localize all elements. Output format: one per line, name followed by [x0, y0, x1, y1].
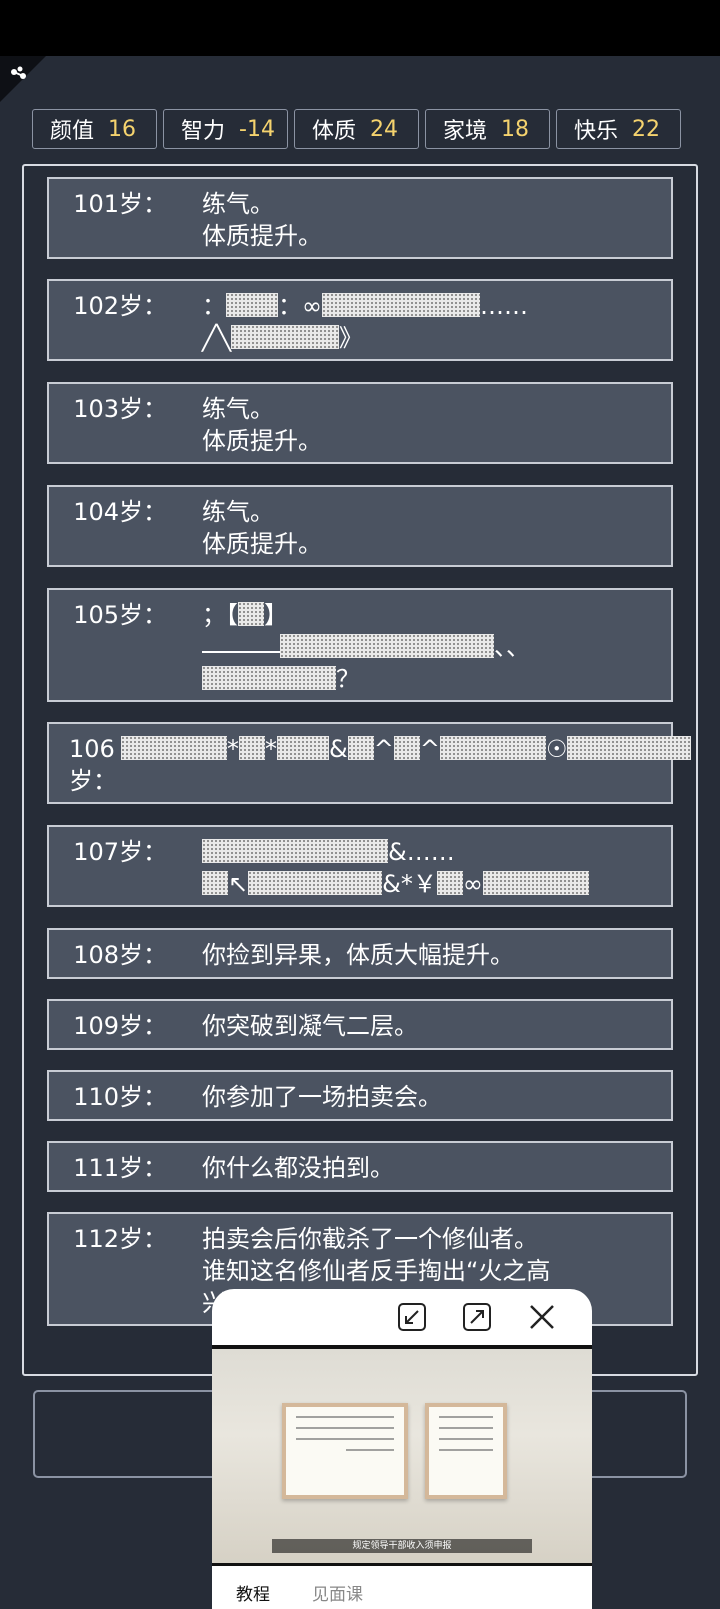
- entry-text: 练气。 体质提升。: [202, 393, 663, 457]
- status-bar: [0, 0, 720, 56]
- stat-value: 22: [632, 116, 661, 142]
- entry-line: 谁知这名修仙者反手掏出“火之高: [202, 1257, 551, 1285]
- entry-age: 110岁：: [73, 1083, 167, 1111]
- log-entry-101: 101岁： 练气。 体质提升。: [47, 177, 673, 259]
- floating-window-header[interactable]: [212, 1289, 592, 1345]
- log-entry-107: 107岁： &…… ↖ &*￥ ∞: [47, 825, 673, 907]
- entry-line: ☉: [545, 735, 568, 763]
- entry-line: 、、: [494, 633, 530, 661]
- entry-age: 103岁：: [73, 395, 167, 423]
- entry-line: ∞: [462, 870, 483, 898]
- entry-age: 106岁：: [69, 735, 117, 795]
- tab-meeting-class[interactable]: 见面课: [312, 1580, 363, 1605]
- entry-line: *: [227, 735, 239, 763]
- entry-line: 】: [264, 601, 288, 629]
- attribute-bar: 颜值 16 智力 -14 体质 24 家境 18 快乐 22: [32, 109, 681, 149]
- entry-line: &*￥: [382, 870, 437, 898]
- entry-line: 体质提升。: [202, 530, 322, 558]
- entry-text: 练气。 体质提升。: [202, 188, 663, 252]
- stat-label: 快乐: [574, 119, 619, 144]
- entry-age: 108岁：: [73, 941, 167, 969]
- entry-age: 107岁：: [73, 838, 167, 866]
- entry-line: ：∞: [278, 292, 322, 320]
- entry-age: 112岁：: [73, 1225, 167, 1253]
- stat-constitution: 体质 24: [294, 109, 419, 149]
- video-player[interactable]: 规定领导干部收入须申报: [212, 1349, 592, 1563]
- pin-icon[interactable]: [8, 64, 30, 84]
- tab-tutorial[interactable]: 教程: [236, 1580, 270, 1605]
- entry-text: 你什么都没拍到。: [202, 1152, 663, 1184]
- entry-line: ：: [202, 292, 226, 320]
- entry-age: 111岁：: [73, 1154, 167, 1182]
- entry-line: 拍卖会后你截杀了一个修仙者。: [202, 1225, 538, 1253]
- stat-label: 智力: [181, 119, 226, 144]
- entry-line: 体质提升。: [202, 427, 322, 455]
- log-entry-104: 104岁： 练气。 体质提升。: [47, 485, 673, 567]
- log-entry-106: 106岁： * * & ^ ^ ☉: [47, 722, 692, 804]
- floating-video-window[interactable]: 规定领导干部收入须申报 教程 见面课: [212, 1289, 592, 1609]
- entry-line: ；【: [202, 601, 238, 629]
- expand-icon[interactable]: [461, 1301, 493, 1333]
- log-entry-103: 103岁： 练气。 体质提升。: [47, 382, 673, 464]
- stat-label: 颜值: [50, 119, 95, 144]
- log-entry-109: 109岁： 你突破到凝气二层。: [47, 999, 673, 1050]
- stat-value: 16: [108, 116, 137, 142]
- stat-family: 家境 18: [425, 109, 550, 149]
- stat-label: 体质: [312, 119, 357, 144]
- entry-line: 》: [338, 324, 363, 352]
- entry-line: 体质提升。: [202, 222, 322, 250]
- log-entry-111: 111岁： 你什么都没拍到。: [47, 1141, 673, 1192]
- entry-text: 你捡到异果，体质大幅提升。: [202, 939, 663, 971]
- entry-text: * * & ^ ^ ☉: [121, 733, 699, 765]
- entry-line: ^: [419, 735, 440, 763]
- entry-line: ↖: [228, 870, 249, 898]
- entry-age: 102岁：: [73, 292, 167, 320]
- stat-value: -14: [239, 116, 275, 142]
- entry-line: 练气。: [202, 498, 274, 526]
- entry-text: 你突破到凝气二层。: [202, 1010, 663, 1042]
- entry-line: 练气。: [202, 190, 274, 218]
- entry-text: 练气。 体质提升。: [202, 496, 663, 560]
- entry-age: 104岁：: [73, 498, 167, 526]
- entry-age: 109岁：: [73, 1012, 167, 1040]
- entry-line: *: [265, 735, 277, 763]
- stat-value: 18: [501, 116, 530, 142]
- entry-text: &…… ↖ &*￥ ∞: [202, 836, 663, 900]
- floating-window-tabs: 教程 见面课: [212, 1563, 592, 1609]
- entry-line: ^: [373, 735, 394, 763]
- entry-line: 你捡到异果，体质大幅提升。: [202, 941, 514, 969]
- letter-image: [282, 1403, 408, 1499]
- stat-intelligence: 智力 -14: [163, 109, 288, 149]
- entry-line: 你突破到凝气二层。: [202, 1012, 418, 1040]
- collapse-icon[interactable]: [396, 1301, 428, 1333]
- entry-text: ；【】 、、 ？: [202, 599, 663, 695]
- log-entry-102: 102岁： ： ：∞ …… ╱╲ 》: [47, 279, 673, 361]
- stat-value: 24: [370, 116, 399, 142]
- entry-text: ： ：∞ …… ╱╲ 》: [202, 290, 663, 354]
- entry-line: ？: [336, 665, 360, 693]
- entry-age: 101岁：: [73, 190, 167, 218]
- entry-line: ╱╲: [202, 324, 231, 352]
- log-entry-105: 105岁： ；【】 、、 ？: [47, 588, 673, 702]
- entry-line: 你参加了一场拍卖会。: [202, 1083, 442, 1111]
- entry-text: 你参加了一场拍卖会。: [202, 1081, 663, 1113]
- entry-line: 你什么都没拍到。: [202, 1154, 394, 1182]
- video-caption: 规定领导干部收入须申报: [272, 1539, 532, 1553]
- log-entry-110: 110岁： 你参加了一场拍卖会。: [47, 1070, 673, 1121]
- log-entry-108: 108岁： 你捡到异果，体质大幅提升。: [47, 928, 673, 979]
- entry-age: 105岁：: [73, 601, 167, 629]
- stat-appearance: 颜值 16: [32, 109, 157, 149]
- stat-happiness: 快乐 22: [556, 109, 681, 149]
- close-icon[interactable]: [526, 1301, 558, 1333]
- entry-line: &: [329, 735, 348, 763]
- entry-line: ……: [480, 292, 528, 320]
- document-image: [425, 1403, 507, 1499]
- entry-line: 练气。: [202, 395, 274, 423]
- stat-label: 家境: [443, 119, 488, 144]
- entry-line: &……: [388, 838, 455, 866]
